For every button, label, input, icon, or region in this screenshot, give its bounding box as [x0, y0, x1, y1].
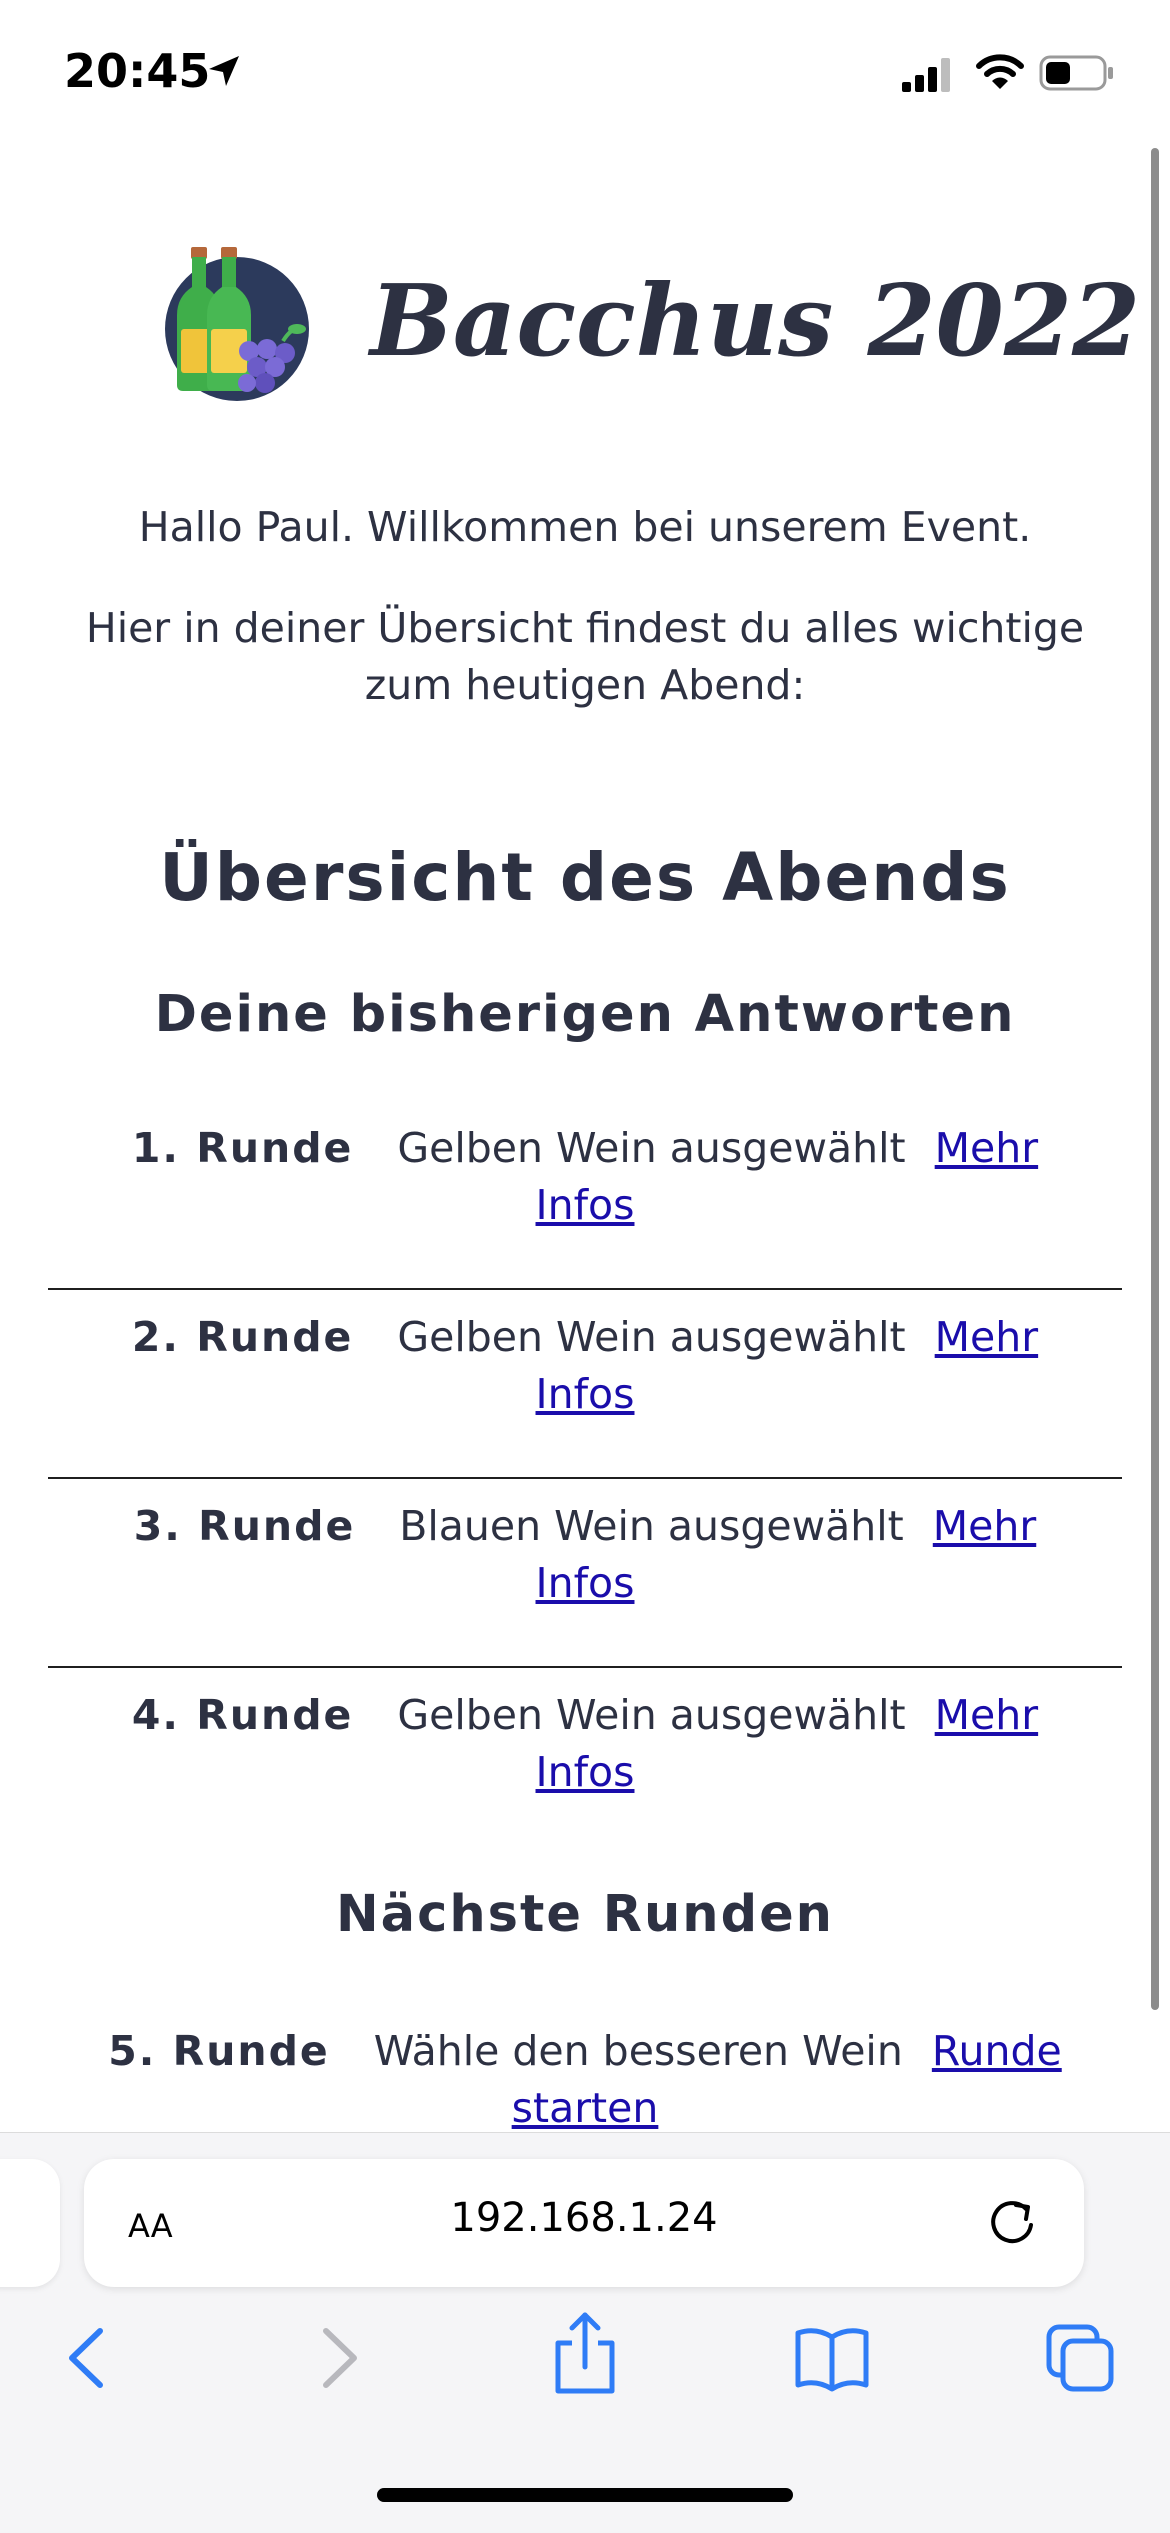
tabs-icon[interactable] [1045, 2323, 1115, 2397]
page-settings-button[interactable]: AA [128, 2197, 173, 2248]
wine-bottles-grapes-icon [163, 245, 311, 403]
bookmarks-icon[interactable] [794, 2325, 870, 2399]
reload-icon[interactable] [986, 2195, 1040, 2253]
round-label: 5. Runde [108, 2027, 330, 2075]
address-bar[interactable]: AA 192.168.1.24 [84, 2159, 1084, 2287]
answers-heading: Deine bisherigen Antworten [154, 985, 1016, 1044]
next-round-text: Wähle den besseren Wein [373, 2027, 903, 2075]
answer-text: Gelben Wein ausgewählt [397, 1124, 906, 1172]
greeting-text: Hallo Paul. Willkommen bei unserem Event… [138, 503, 1032, 551]
web-page: Bacchus 2022 Hallo Paul. Willkommen bei … [0, 0, 1170, 2132]
intro-text: Hier in deiner Übersicht findest du alle… [85, 604, 1085, 709]
forward-icon[interactable] [314, 2323, 364, 2397]
next-rounds-heading: Nächste Runden [335, 1885, 834, 1944]
browser-chrome: AA 192.168.1.24 [0, 2132, 1170, 2533]
answer-text: Gelben Wein ausgewählt [397, 1313, 906, 1361]
previous-tab-preview[interactable] [0, 2159, 60, 2287]
round-label: 3. Runde [133, 1502, 356, 1550]
answer-row: 2. Runde Gelben Wein ausgewählt Mehr Info… [48, 1289, 1122, 1479]
back-icon[interactable] [62, 2323, 112, 2397]
page-title: Bacchus 2022 [370, 264, 1141, 379]
aa-label: AA [128, 2207, 173, 2245]
home-indicator[interactable] [377, 2488, 793, 2502]
answer-text: Blauen Wein ausgewählt [399, 1502, 904, 1550]
round-label: 4. Runde [131, 1691, 354, 1739]
answer-row: 1. Runde Gelben Wein ausgewählt Mehr Info… [48, 1100, 1122, 1290]
next-round-row: 5. Runde Wähle den besseren Wein Runde st… [48, 2003, 1122, 2132]
url-text[interactable]: 192.168.1.24 [234, 2195, 934, 2241]
answer-row: 4. Runde Gelben Wein ausgewählt Mehr Info… [48, 1667, 1122, 1855]
overview-heading: Übersicht des Abends [159, 839, 1011, 916]
share-icon[interactable] [550, 2311, 620, 2399]
answer-text: Gelben Wein ausgewählt [397, 1691, 906, 1739]
answer-row: 3. Runde Blauen Wein ausgewählt Mehr Info… [48, 1478, 1122, 1668]
round-label: 1. Runde [131, 1124, 354, 1172]
round-label: 2. Runde [131, 1313, 354, 1361]
